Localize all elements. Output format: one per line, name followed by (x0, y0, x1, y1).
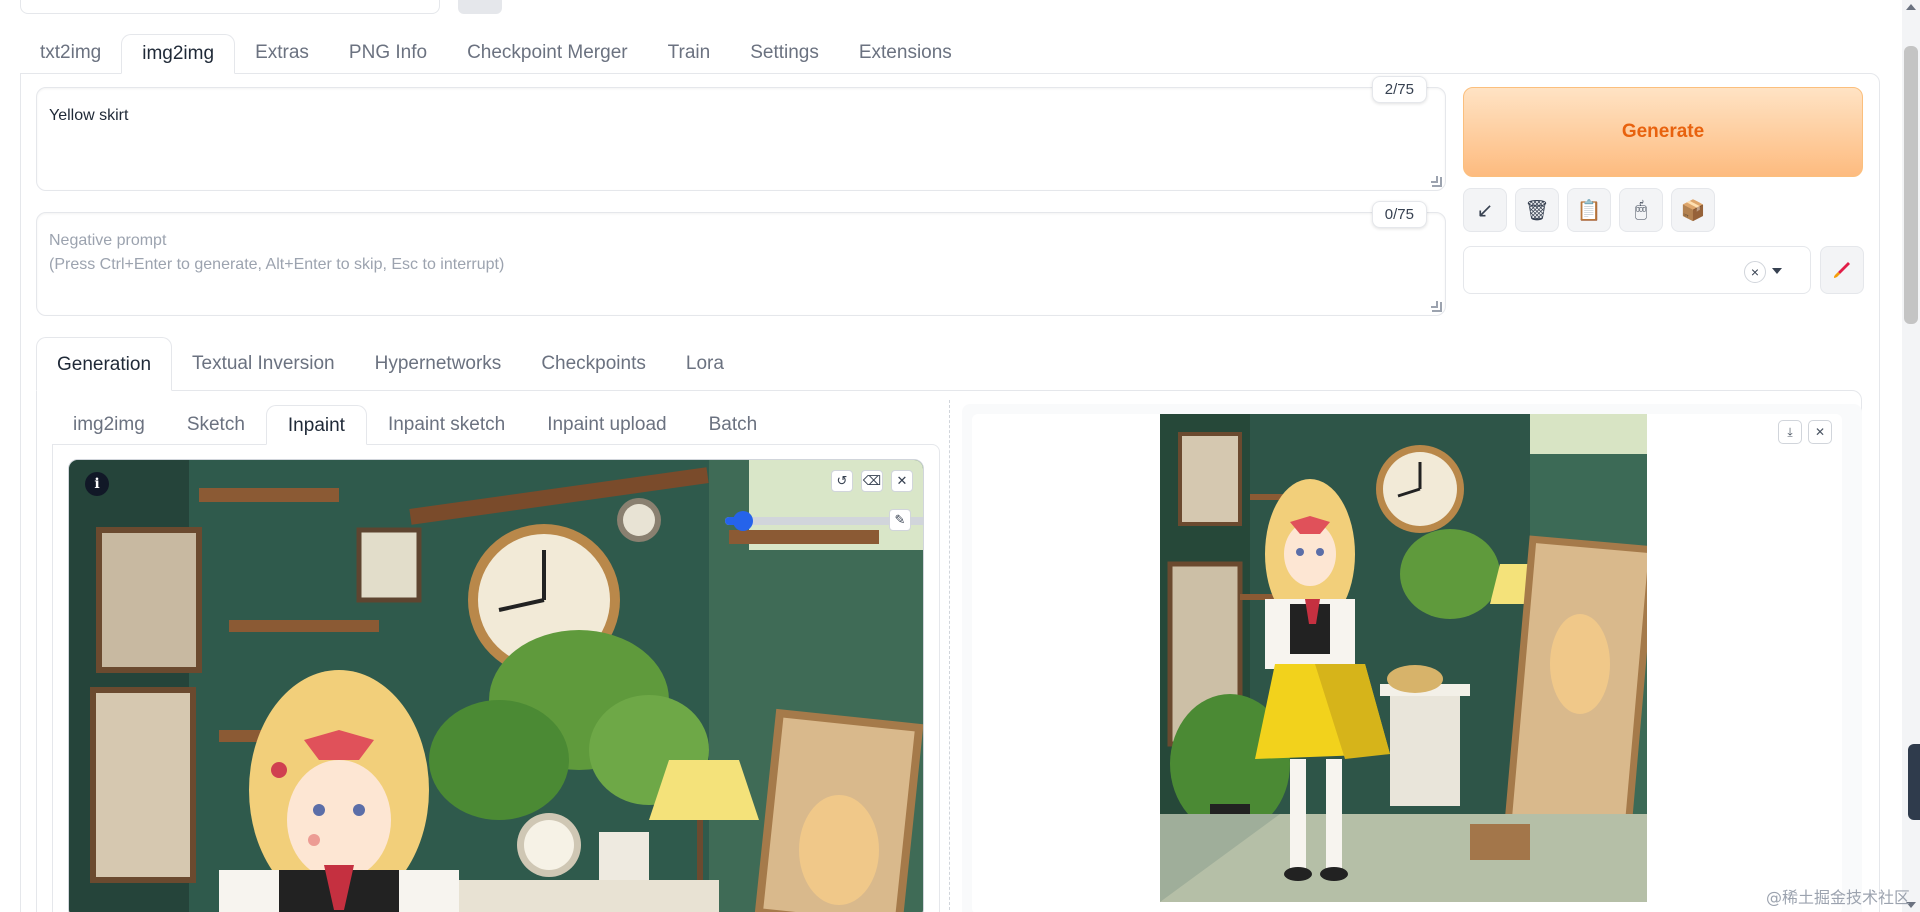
tab-inpaint-sketch[interactable]: Inpaint sketch (367, 405, 526, 445)
package-icon: 📦 (1680, 199, 1706, 222)
info-icon[interactable]: i (85, 472, 109, 496)
tab-textual-inversion[interactable]: Textual Inversion (172, 337, 355, 391)
tab-inpaint[interactable]: Inpaint (265, 405, 367, 445)
mouse-icon: 🖱 (1635, 198, 1647, 221)
prompt-input[interactable] (37, 88, 1445, 190)
tool-button-row: ↙ 🗑 📋 🖱 📦 (1463, 188, 1715, 232)
prompt-token-counter: 2/75 (1371, 76, 1427, 103)
main-tabs: txt2img img2img Extras PNG Info Checkpoi… (20, 34, 972, 74)
styles-dropdown[interactable]: × (1463, 246, 1811, 294)
tab-hypernetworks[interactable]: Hypernetworks (355, 337, 522, 391)
section-tabs: Generation Textual Inversion Hypernetwor… (36, 337, 744, 391)
brush-size-handle[interactable] (732, 511, 753, 531)
tab-extras[interactable]: Extras (235, 34, 329, 74)
chevron-down-icon[interactable] (1772, 268, 1782, 274)
save-style-button[interactable]: 📦 (1671, 188, 1715, 232)
paintbrush-icon (1834, 262, 1850, 278)
negative-prompt-input[interactable] (37, 213, 1445, 315)
download-icon[interactable]: ⤓ (1778, 420, 1802, 444)
edit-style-button[interactable] (1820, 246, 1864, 294)
img2img-mode-tabs: img2img Sketch Inpaint Inpaint sketch In… (52, 405, 778, 445)
tab-img2img-mode[interactable]: img2img (52, 405, 166, 445)
watermark: @稀土掘金技术社区 (1765, 888, 1910, 907)
prompt-box: 2/75 (36, 76, 1446, 191)
tab-train[interactable]: Train (648, 34, 731, 74)
tab-png-info[interactable]: PNG Info (329, 34, 447, 74)
tab-sketch[interactable]: Sketch (166, 405, 266, 445)
negative-prompt-token-counter: 0/75 (1371, 201, 1427, 228)
tab-txt2img[interactable]: txt2img (20, 34, 121, 74)
scroll-up-icon[interactable] (1906, 4, 1916, 10)
generate-button[interactable]: Generate (1463, 87, 1863, 177)
top-text-input[interactable] (20, 0, 440, 14)
clear-prompt-button[interactable]: 🗑 (1515, 188, 1559, 232)
clipboard-icon: 📋 (1576, 199, 1602, 222)
column-divider (949, 400, 950, 912)
clear-icon[interactable]: × (1744, 261, 1766, 283)
negative-prompt-box: 0/75 (36, 201, 1446, 316)
tab-checkpoint-merger[interactable]: Checkpoint Merger (447, 34, 648, 74)
tab-checkpoints[interactable]: Checkpoints (521, 337, 666, 391)
tab-batch[interactable]: Batch (688, 405, 779, 445)
close-icon[interactable]: ✕ (1808, 420, 1832, 444)
tab-inpaint-upload[interactable]: Inpaint upload (526, 405, 687, 445)
output-illustration (1160, 414, 1647, 902)
close-icon[interactable]: ✕ (891, 470, 913, 492)
resize-handle[interactable] (1431, 176, 1442, 187)
tab-extensions[interactable]: Extensions (839, 34, 972, 74)
top-button[interactable] (458, 0, 502, 14)
tab-settings[interactable]: Settings (730, 34, 839, 74)
show-extra-networks-button[interactable]: 🖱 (1619, 188, 1663, 232)
scrollbar-thumb[interactable] (1904, 46, 1918, 324)
input-illustration (69, 460, 923, 912)
trash-icon: 🗑 (1524, 199, 1550, 222)
tab-lora[interactable]: Lora (666, 337, 744, 391)
apply-style-button[interactable]: 📋 (1567, 188, 1611, 232)
undo-icon[interactable]: ↺ (831, 470, 853, 492)
tab-img2img[interactable]: img2img (121, 34, 236, 74)
eraser-icon[interactable]: ⌫ (861, 470, 883, 492)
inpaint-canvas[interactable]: i ↺ ⌫ ✕ ✎ (68, 459, 924, 912)
read-params-button[interactable]: ↙ (1463, 188, 1507, 232)
tab-generation[interactable]: Generation (36, 337, 173, 391)
resize-handle[interactable] (1431, 301, 1442, 312)
brush-color-icon[interactable]: ✎ (889, 509, 911, 531)
side-widget[interactable] (1908, 744, 1920, 820)
output-image[interactable] (1160, 414, 1647, 902)
arrow-down-left-icon: ↙ (1476, 199, 1494, 222)
